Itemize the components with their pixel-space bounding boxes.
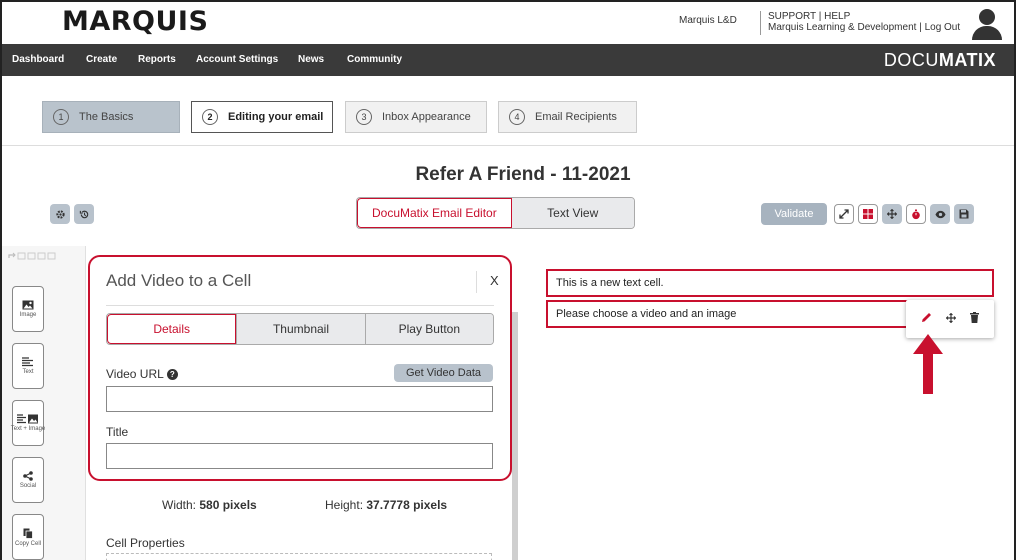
image-icon xyxy=(22,300,34,310)
org-name: Marquis L&D xyxy=(679,15,737,26)
trash-icon[interactable] xyxy=(970,312,979,326)
step-number: 3 xyxy=(356,109,372,125)
pencil-edit-icon[interactable] xyxy=(921,312,932,326)
add-video-dialog: Add Video to a Cell X Details Thumbnail … xyxy=(88,255,512,481)
step-number: 4 xyxy=(509,109,525,125)
dialog-divider xyxy=(106,305,494,306)
text-block-button[interactable]: Text xyxy=(12,343,44,389)
cell-height: Height: 37.7778 pixels xyxy=(325,498,447,512)
width-value: 580 pixels xyxy=(199,498,257,512)
logo-text: MARQUIS xyxy=(62,6,209,37)
block-label: Text + Image xyxy=(10,426,46,432)
close-icon[interactable]: X xyxy=(490,273,499,288)
title-label: Title xyxy=(106,425,129,439)
documatix-brand: DOCUMATIX xyxy=(884,50,996,71)
block-label: Copy Cell xyxy=(14,540,41,547)
grid-layout-icon[interactable] xyxy=(858,204,878,224)
history-icon[interactable] xyxy=(74,204,94,224)
preview-eye-icon[interactable] xyxy=(930,204,950,224)
main-nav: Dashboard Create Reports Account Setting… xyxy=(2,44,1014,76)
cell-toolbar xyxy=(906,300,994,338)
save-icon[interactable] xyxy=(954,204,974,224)
video-url-input[interactable] xyxy=(106,386,493,412)
settings-gear-icon[interactable] xyxy=(50,204,70,224)
account-logout-line[interactable]: Marquis Learning & Development | Log Out xyxy=(768,22,960,33)
top-header: MARQUIS Marquis L&D SUPPORT | HELP Marqu… xyxy=(2,2,1014,44)
tab-details[interactable]: Details xyxy=(107,314,237,344)
social-block-button[interactable]: Social xyxy=(12,457,44,503)
tab-play-button[interactable]: Play Button xyxy=(364,314,493,344)
wizard-steps: 1 The Basics 2 Editing your email 3 Inbo… xyxy=(2,76,1014,146)
step-number: 1 xyxy=(53,109,69,125)
support-help-link[interactable]: SUPPORT | HELP xyxy=(768,11,960,22)
editor-mode-toggle: DocuMatix Email Editor Text View xyxy=(356,197,635,229)
step-the-basics[interactable]: 1 The Basics xyxy=(42,101,180,133)
height-label: Height: xyxy=(325,498,364,512)
copy-icon xyxy=(23,528,33,539)
text-cell[interactable]: This is a new text cell. xyxy=(546,269,994,297)
block-label: Text xyxy=(22,369,34,375)
move-icon[interactable] xyxy=(882,204,902,224)
nav-dashboard[interactable]: Dashboard xyxy=(12,54,64,65)
help-icon[interactable]: ? xyxy=(166,369,178,380)
content-blocks-sidebar: Image Text Text + Image Social Copy Cell xyxy=(2,246,86,560)
block-label: Image xyxy=(19,312,37,318)
expand-icon[interactable] xyxy=(834,204,854,224)
step-label: Email Recipients xyxy=(535,111,617,123)
support-links[interactable]: SUPPORT | HELP Marquis Learning & Develo… xyxy=(768,11,960,33)
video-tabs: Details Thumbnail Play Button xyxy=(106,313,494,345)
text-image-block-button[interactable]: Text + Image xyxy=(10,400,46,446)
get-video-data-button[interactable]: Get Video Data xyxy=(394,364,493,382)
video-url-label: Video URL? xyxy=(106,367,178,381)
step-editing-your-email[interactable]: 2 Editing your email xyxy=(191,101,333,133)
header-divider xyxy=(760,11,761,35)
video-cell[interactable]: Please choose a video and an image xyxy=(546,300,908,328)
text-icon xyxy=(22,357,33,367)
step-email-recipients[interactable]: 4 Email Recipients xyxy=(498,101,637,133)
cell-width: Width: 580 pixels xyxy=(162,498,257,512)
step-label: The Basics xyxy=(79,111,134,123)
dialog-title: Add Video to a Cell xyxy=(106,271,252,290)
share-icon xyxy=(23,471,33,481)
cell-properties-box xyxy=(106,553,492,560)
timer-icon[interactable] xyxy=(906,204,926,224)
brand-prefix: DOCU xyxy=(883,50,939,70)
step-inbox-appearance[interactable]: 3 Inbox Appearance xyxy=(345,101,487,133)
width-label: Width: xyxy=(162,498,197,512)
step-label: Inbox Appearance xyxy=(382,111,471,123)
nav-news[interactable]: News xyxy=(298,54,324,65)
height-value: 37.7778 pixels xyxy=(366,498,448,512)
nav-community[interactable]: Community xyxy=(347,54,402,65)
copy-cell-block-button[interactable]: Copy Cell xyxy=(12,514,44,560)
red-arrow-annotation xyxy=(913,334,943,394)
dialog-title-divider xyxy=(476,271,477,293)
nav-account-settings[interactable]: Account Settings xyxy=(196,54,278,65)
user-avatar-icon[interactable] xyxy=(970,9,1004,40)
block-label: Social xyxy=(19,483,37,489)
documatix-email-editor-button[interactable]: DocuMatix Email Editor xyxy=(357,198,512,228)
video-url-label-text: Video URL xyxy=(106,367,164,381)
cell-properties-heading: Cell Properties xyxy=(106,536,185,550)
text-image-icon xyxy=(17,414,38,424)
email-title: Refer A Friend - 11-2021 xyxy=(415,164,631,185)
brand-suffix: MATIX xyxy=(938,50,996,70)
marquis-logo[interactable]: MARQUIS xyxy=(62,6,208,37)
title-input[interactable] xyxy=(106,443,493,469)
step-number: 2 xyxy=(202,109,218,125)
validate-button[interactable]: Validate xyxy=(761,203,827,225)
text-view-button[interactable]: Text View xyxy=(511,198,634,228)
image-block-button[interactable]: Image xyxy=(12,286,44,332)
nav-reports[interactable]: Reports xyxy=(138,54,176,65)
step-label: Editing your email xyxy=(228,111,324,123)
nav-create[interactable]: Create xyxy=(86,54,117,65)
mini-toolbar-icons[interactable] xyxy=(8,252,62,262)
tab-thumbnail[interactable]: Thumbnail xyxy=(236,314,365,344)
move-icon[interactable] xyxy=(945,312,957,326)
